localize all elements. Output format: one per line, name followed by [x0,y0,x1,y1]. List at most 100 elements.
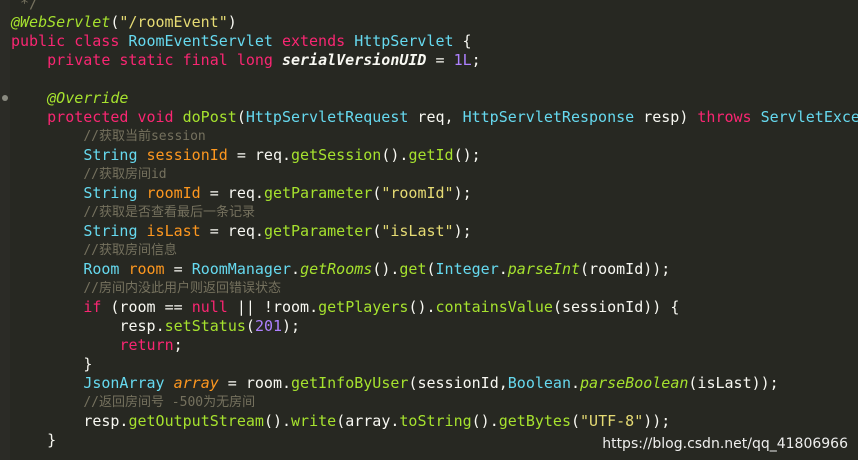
code-token: Room [83,260,120,278]
code-token: array [173,374,219,392]
code-token: ); [282,317,301,335]
code-editor[interactable]: */@WebServlet("/roomEvent") public class … [0,0,858,460]
code-token: ( [245,317,255,335]
code-token: (). [381,146,409,164]
code-comment-line[interactable]: //返回房间号 -500为无房间 [83,393,255,412]
code-token: return [119,336,174,354]
code-token: HttpServletRequest [245,108,409,126]
code-token: isLast [146,222,201,240]
code-token: (sessionId, [408,374,508,392]
code-token: = req. [227,146,292,164]
code-token: } [83,355,93,373]
code-token: getParameter [263,184,373,202]
editor-gutter [0,0,10,460]
code-token: (room == [101,298,192,316]
code-token: getSession [291,146,382,164]
code-token: || !room. [227,298,319,316]
code-line[interactable]: if (room == null || !room.getPlayers().c… [83,298,679,317]
code-token: RoomEventServlet [128,32,273,50]
code-token: @WebServlet [11,13,111,31]
code-token: ServletExce [760,108,858,126]
code-token: "UTF-8" [580,412,644,430]
fold-marker-icon[interactable] [2,95,8,101]
code-token: . [498,260,508,278]
code-token: (). [408,298,436,316]
code-token: (roomId)); [580,260,671,278]
code-token: null [191,298,228,316]
code-token: (). [372,260,400,278]
code-token: = [426,51,454,69]
code-token: resp) [634,108,698,126]
code-token: . [291,260,301,278]
code-token: = [164,260,192,278]
code-token: "roomId" [381,184,454,202]
code-token: public [11,32,66,50]
code-token: //获取当前session [83,129,206,144]
code-line[interactable]: private static final long serialVersionU… [47,51,481,70]
code-line[interactable]: resp.setStatus(201); [119,317,300,336]
code-token: //获取是否查看最后一条记录 [83,205,255,220]
code-token: )); [643,412,671,430]
code-token: String [83,146,138,164]
code-token: //返回房间号 -500为无房间 [83,395,256,410]
code-line[interactable]: @WebServlet("/roomEvent") [11,13,237,32]
code-line[interactable]: String isLast = req.getParameter("isLast… [83,222,471,241]
code-token: room [128,260,165,278]
code-comment-line[interactable]: //获取当前session [83,127,205,146]
code-comment-line[interactable]: //获取房间id [83,165,166,184]
watermark-url: https://blog.csdn.net/qq_41806966 [602,436,848,452]
code-token: ; [471,51,481,69]
code-line[interactable]: */ [20,0,38,13]
code-token: void [137,108,174,126]
code-token: getOutputStream [128,412,264,430]
code-line[interactable]: Room room = RoomManager.getRooms().get(I… [83,260,670,279]
code-token: (array. [336,412,400,430]
code-line[interactable]: public class RoomEventServlet extends Ht… [11,32,472,51]
code-token: ); [453,222,472,240]
code-token: throws [697,108,752,126]
code-line[interactable]: protected void doPost(HttpServletRequest… [47,108,858,127]
code-line[interactable]: } [47,431,56,450]
code-token: "isLast" [381,222,454,240]
code-token: setStatus [164,317,246,335]
code-line[interactable]: @Override [47,89,128,108]
code-comment-line[interactable]: //获取是否查看最后一条记录 [83,203,255,222]
code-token: toString [399,412,472,430]
code-token: ) [227,13,237,31]
code-token: protected [47,108,129,126]
code-line[interactable]: String sessionId = req.getSession().getI… [83,146,480,165]
code-line[interactable]: String roomId = req.getParameter("roomId… [83,184,471,203]
code-token: HttpServlet [354,32,454,50]
code-line[interactable]: } [83,355,92,374]
code-token: (sessionId)) { [552,298,680,316]
code-token: //房间内没此用户则返回错误状态 [83,281,281,296]
code-token: getParameter [263,222,373,240]
code-token: serialVersionUID [281,51,427,69]
code-token: class [74,32,120,50]
code-line[interactable]: return; [119,336,182,355]
code-token: RoomManager [191,260,292,278]
code-line[interactable]: JsonArray array = room.getInfoByUser(ses… [83,374,778,393]
code-token: final [182,51,228,69]
code-token: parseBoolean [580,374,689,392]
code-line[interactable]: resp.getOutputStream().write(array.toStr… [83,412,670,431]
code-token: @Override [47,89,129,107]
code-comment-line[interactable]: //获取房间信息 [83,241,177,260]
code-token: (). [263,412,292,430]
code-token: 1L [453,51,472,69]
code-token: getId [408,146,454,164]
code-comment-line[interactable]: //房间内没此用户则返回错误状态 [83,279,281,298]
code-token: //获取房间信息 [83,243,177,258]
code-token: } [47,431,57,449]
code-token: (). [471,412,499,430]
code-token: Boolean [507,374,571,392]
code-token: ( [372,184,382,202]
